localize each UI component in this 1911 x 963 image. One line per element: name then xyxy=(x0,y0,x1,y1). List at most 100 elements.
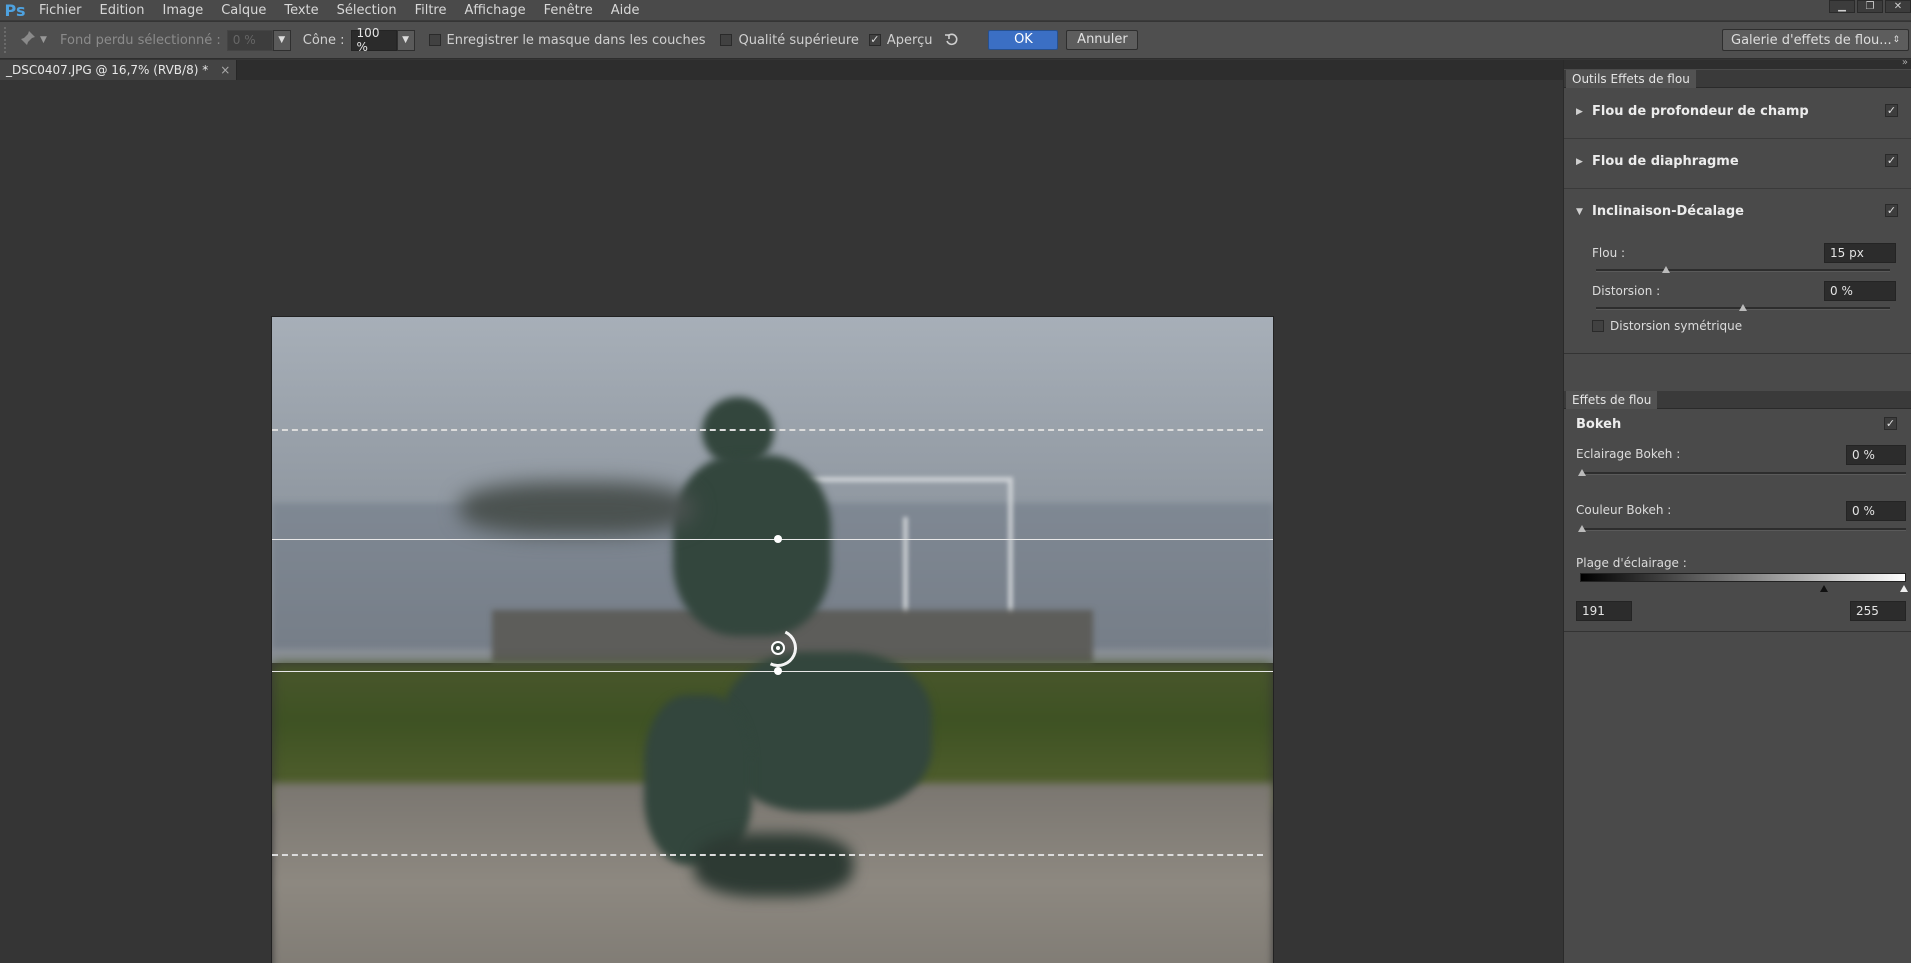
distortion-slider-thumb[interactable] xyxy=(1739,304,1747,311)
panel-divider xyxy=(1564,353,1911,354)
blur-tools-tab-row: Outils Effets de flou xyxy=(1564,70,1911,88)
section-title: Flou de diaphragme xyxy=(1592,154,1739,169)
menu-calque[interactable]: Calque xyxy=(212,0,275,21)
pin-center-dot xyxy=(776,646,780,650)
section-tilt-shift[interactable]: ▼ Inclinaison-Décalage ✓ xyxy=(1564,189,1911,239)
flou-slider[interactable] xyxy=(1596,269,1890,272)
bokeh-light-slider-thumb[interactable] xyxy=(1578,469,1586,476)
section-title: Flou de profondeur de champ xyxy=(1592,104,1809,119)
statue-base xyxy=(694,833,853,897)
preview-label: Aperçu xyxy=(886,32,933,48)
cone-label: Cône : xyxy=(302,32,345,48)
menu-texte[interactable]: Texte xyxy=(275,0,327,21)
light-range-high-thumb[interactable] xyxy=(1900,585,1908,592)
pin-tool-icon[interactable] xyxy=(20,30,40,50)
light-range-low-thumb[interactable] xyxy=(1820,585,1828,592)
document-image[interactable] xyxy=(271,316,1274,963)
symmetric-distortion-checkbox[interactable] xyxy=(1592,320,1604,332)
statue-torso xyxy=(672,455,832,637)
quality-label: Qualité supérieure xyxy=(738,32,859,48)
light-range-high-field[interactable]: 255 xyxy=(1850,601,1906,621)
cancel-button[interactable]: Annuler xyxy=(1066,30,1139,50)
flou-field[interactable]: 15 px xyxy=(1824,243,1896,263)
bokeh-light-slider[interactable] xyxy=(1580,472,1906,475)
preview-checkbox[interactable]: ✓ xyxy=(868,34,881,46)
distortion-label: Distorsion : xyxy=(1592,284,1661,298)
flou-label: Flou : xyxy=(1592,246,1626,260)
triangle-right-icon[interactable]: ▶ xyxy=(1576,157,1583,167)
panel-divider xyxy=(1564,631,1911,632)
menu-affichage[interactable]: Affichage xyxy=(456,0,535,21)
image-statue xyxy=(460,396,982,929)
cone-dropdown[interactable]: ▼ xyxy=(396,29,415,51)
section-iris-blur[interactable]: ▶ Flou de diaphragme ✓ xyxy=(1564,139,1911,189)
blur-gallery-select-label: Galerie d'effets de flou... xyxy=(1731,32,1892,48)
menu-image[interactable]: Image xyxy=(153,0,212,21)
flou-slider-thumb[interactable] xyxy=(1662,266,1670,273)
restore-button[interactable]: ❐ xyxy=(1857,0,1883,13)
section-field-blur[interactable]: ▶ Flou de profondeur de champ ✓ xyxy=(1564,89,1911,139)
bokeh-color-label: Couleur Bokeh : xyxy=(1576,503,1672,517)
triangle-down-icon[interactable]: ▼ xyxy=(1576,207,1583,217)
panel-top-strip: » xyxy=(1564,57,1911,69)
bokeh-title: Bokeh xyxy=(1576,417,1622,432)
chevron-down-icon[interactable]: ▼ xyxy=(40,35,50,45)
document-tab-bar: _DSC0407.JPG @ 16,7% (RVB/8) * × xyxy=(0,60,1563,80)
menu-selection[interactable]: Sélection xyxy=(328,0,406,21)
quality-checkbox[interactable] xyxy=(720,34,733,46)
fade-guide-top[interactable] xyxy=(272,429,1263,431)
light-range-low-field[interactable]: 191 xyxy=(1576,601,1632,621)
statue-lower xyxy=(723,652,933,812)
window-controls: ▁ ❐ ✕ xyxy=(1829,0,1911,13)
close-button[interactable]: ✕ xyxy=(1885,0,1911,13)
bokeh-light-field[interactable]: 0 % xyxy=(1846,445,1906,465)
ok-button[interactable]: OK xyxy=(988,30,1059,50)
options-bar: ▼ Fond perdu sélectionné : 0 % ▼ Cône : … xyxy=(0,22,1911,59)
document-tab-label: _DSC0407.JPG @ 16,7% (RVB/8) * xyxy=(6,63,209,77)
collapse-panels-icon[interactable]: » xyxy=(1902,57,1908,68)
menu-bar: Ps Fichier Edition Image Calque Texte Sé… xyxy=(0,0,1911,21)
section-title: Inclinaison-Décalage xyxy=(1592,204,1744,219)
sharp-guide-top[interactable] xyxy=(272,539,1273,540)
bokeh-light-label: Eclairage Bokeh : xyxy=(1576,447,1681,461)
document-tab[interactable]: _DSC0407.JPG @ 16,7% (RVB/8) * × xyxy=(0,60,238,80)
save-mask-checkbox[interactable] xyxy=(428,34,441,46)
field-blur-checkbox[interactable]: ✓ xyxy=(1885,104,1898,117)
sharp-guide-bottom[interactable] xyxy=(272,671,1273,672)
cone-field[interactable]: 100 % xyxy=(350,26,397,54)
rotate-handle-top[interactable] xyxy=(774,535,782,543)
menu-aide[interactable]: Aide xyxy=(602,0,649,21)
symmetric-distortion-label: Distorsion symétrique xyxy=(1610,319,1743,333)
light-range-gradient[interactable] xyxy=(1580,573,1906,582)
distortion-field[interactable]: 0 % xyxy=(1824,281,1896,301)
right-panel-column: » Outils Effets de flou ▶ Flou de profon… xyxy=(1563,57,1911,963)
tilt-shift-checkbox[interactable]: ✓ xyxy=(1885,204,1898,217)
blur-gallery-select[interactable]: Galerie d'effets de flou... ⇕ xyxy=(1722,29,1909,51)
fond-perdu-dropdown[interactable]: ▼ xyxy=(272,29,291,51)
bokeh-color-slider-thumb[interactable] xyxy=(1578,525,1586,532)
triangle-right-icon[interactable]: ▶ xyxy=(1576,107,1583,117)
menu-fenetre[interactable]: Fenêtre xyxy=(535,0,602,21)
tab-blur-tools[interactable]: Outils Effets de flou xyxy=(1566,70,1696,88)
bokeh-checkbox[interactable]: ✓ xyxy=(1884,417,1897,430)
tab-blur-effects[interactable]: Effets de flou xyxy=(1566,391,1658,409)
fond-perdu-field[interactable]: 0 % xyxy=(226,29,273,51)
menu-fichier[interactable]: Fichier xyxy=(30,0,91,21)
app-logo[interactable]: Ps xyxy=(0,1,30,20)
save-mask-label: Enregistrer le masque dans les couches xyxy=(446,32,706,48)
statue-arm xyxy=(460,481,695,536)
photoshop-window: Ps Fichier Edition Image Calque Texte Sé… xyxy=(0,0,1911,963)
canvas-area[interactable] xyxy=(0,80,1563,963)
bokeh-color-slider[interactable] xyxy=(1580,528,1906,531)
iris-blur-checkbox[interactable]: ✓ xyxy=(1885,154,1898,167)
close-icon[interactable]: × xyxy=(220,60,230,80)
rotate-handle-bottom[interactable] xyxy=(774,667,782,675)
reset-icon[interactable] xyxy=(944,31,960,50)
menu-edition[interactable]: Edition xyxy=(91,0,154,21)
fade-guide-bottom[interactable] xyxy=(272,854,1263,856)
fond-perdu-label: Fond perdu sélectionné : xyxy=(60,32,221,48)
options-grip[interactable] xyxy=(4,27,10,53)
bokeh-color-field[interactable]: 0 % xyxy=(1846,501,1906,521)
minimize-button[interactable]: ▁ xyxy=(1829,0,1855,13)
menu-filtre[interactable]: Filtre xyxy=(406,0,456,21)
